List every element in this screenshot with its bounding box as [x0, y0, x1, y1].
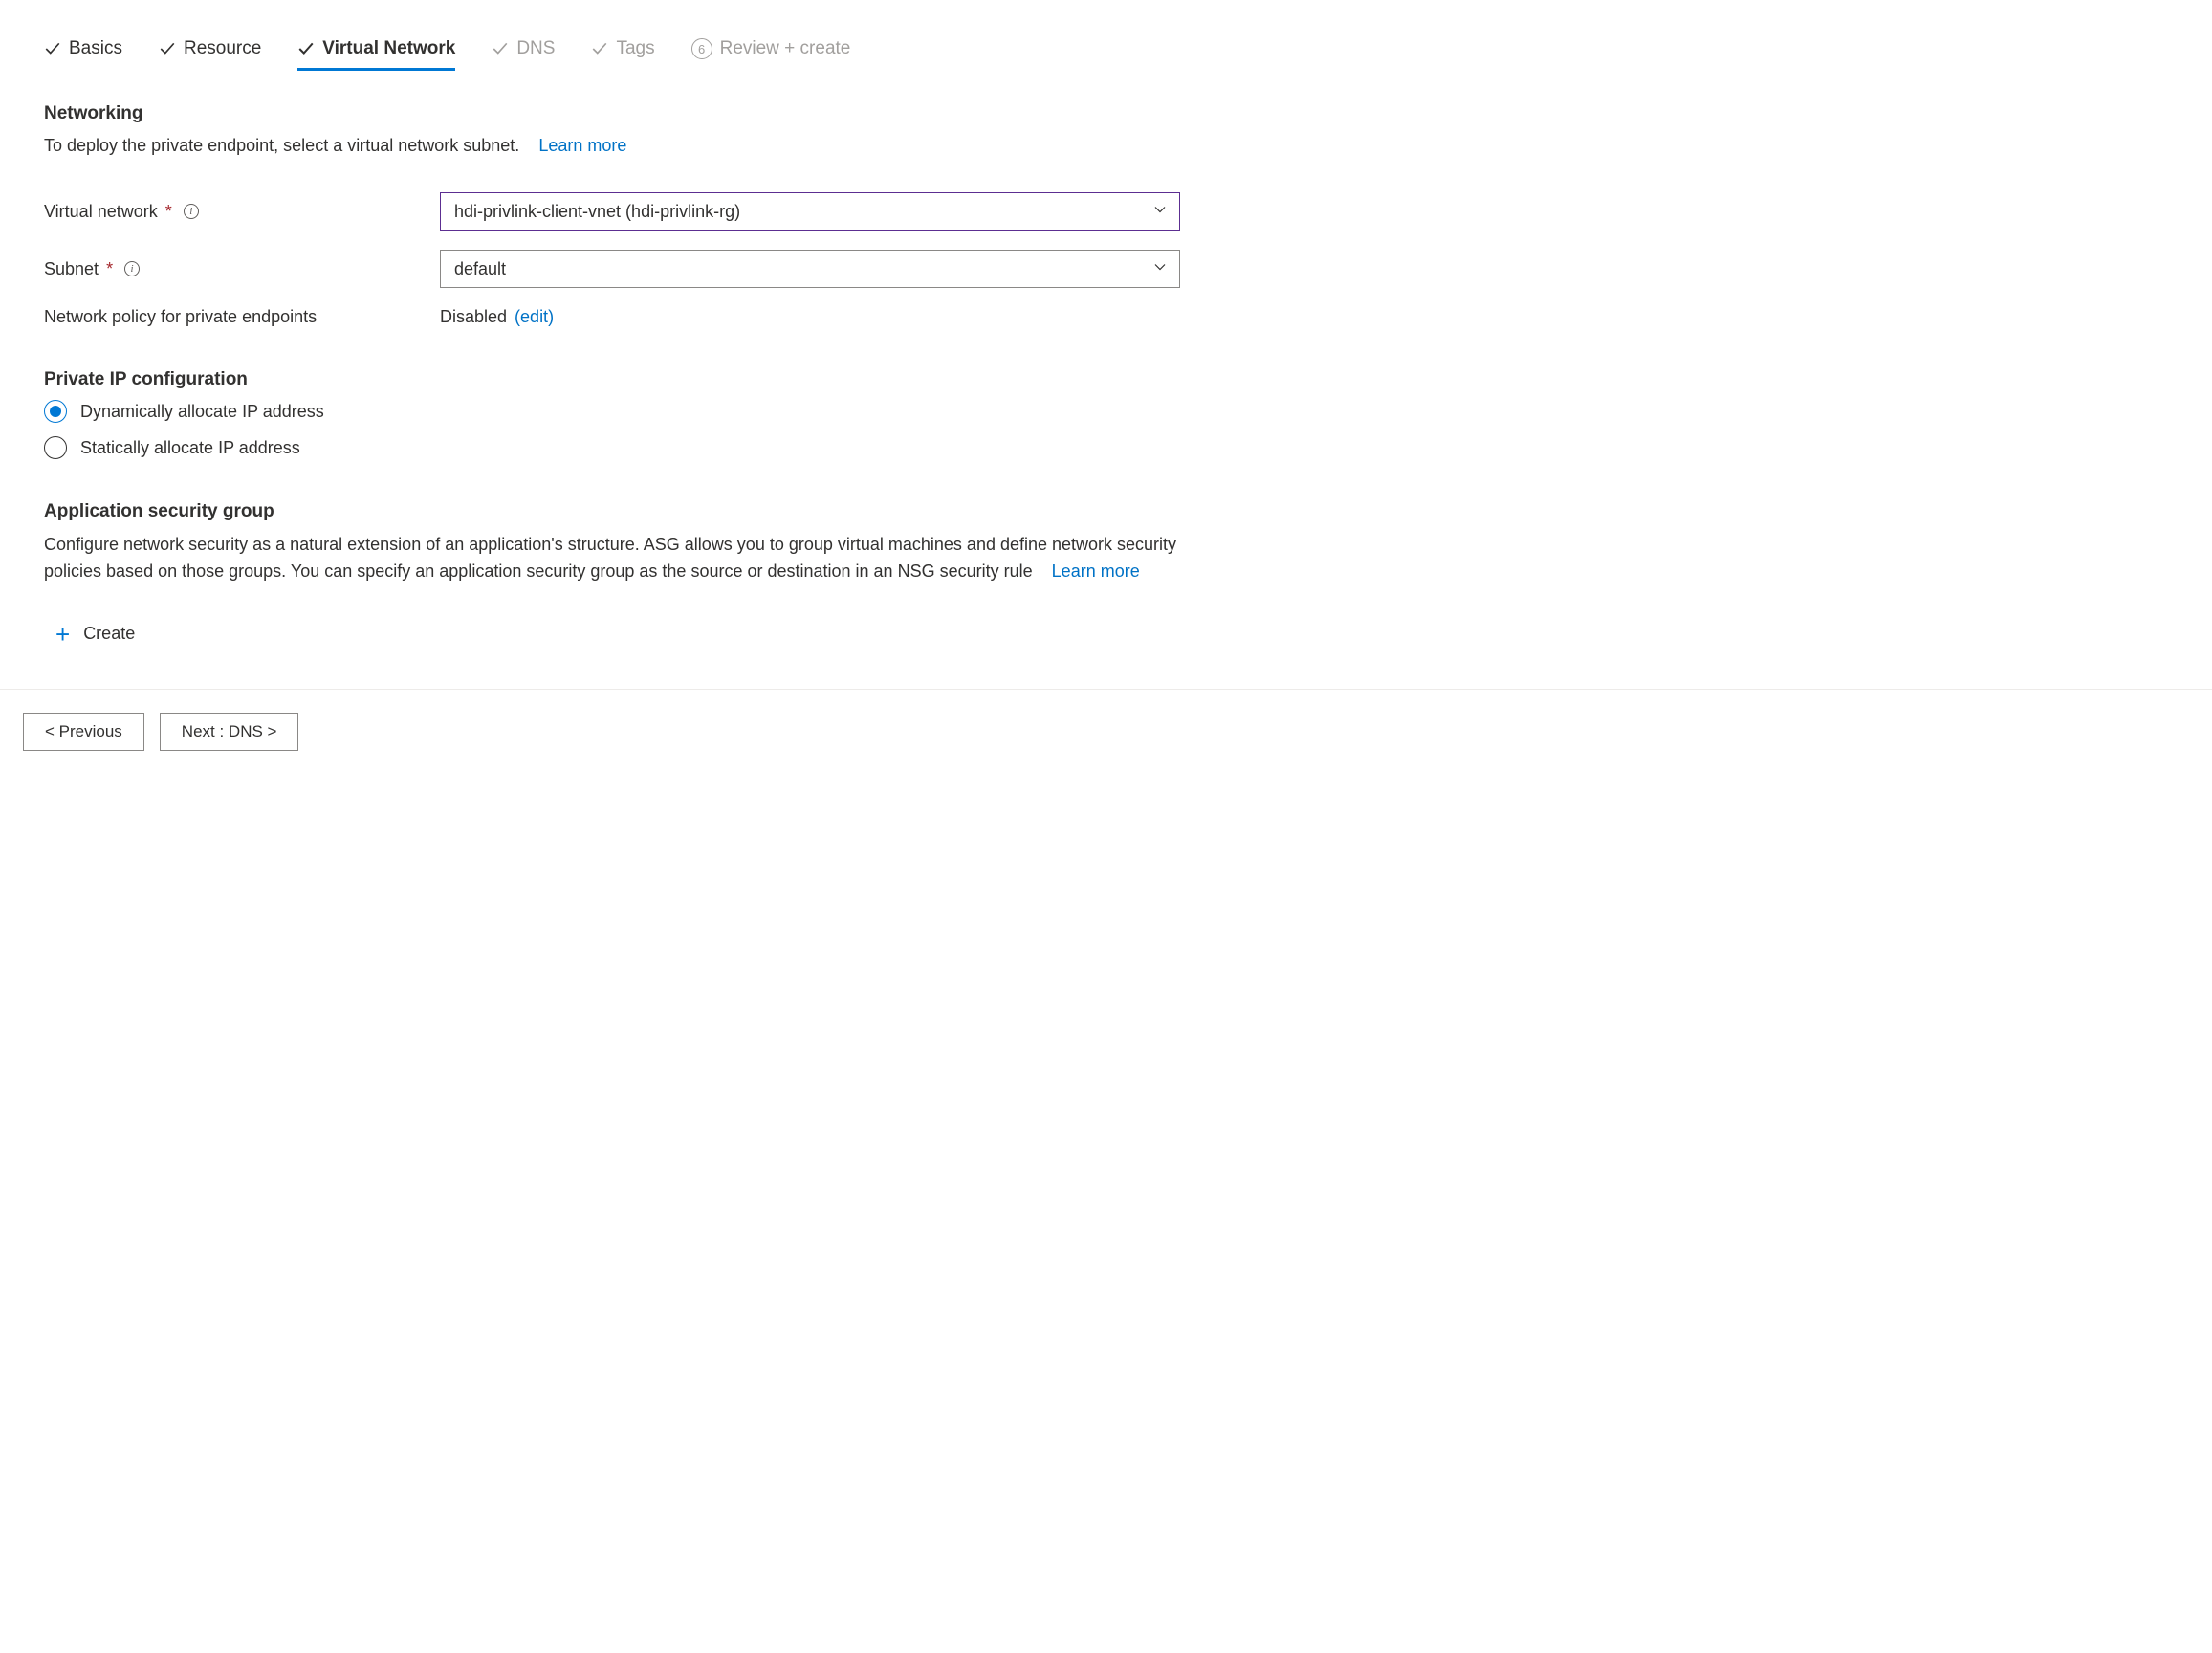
wizard-footer: < Previous Next : DNS > — [0, 689, 2212, 774]
select-value: hdi-privlink-client-vnet (hdi-privlink-r… — [454, 202, 740, 222]
next-button[interactable]: Next : DNS > — [160, 713, 299, 751]
radio-icon — [44, 436, 67, 459]
chevron-down-icon — [1152, 259, 1168, 279]
tab-virtual-network[interactable]: Virtual Network — [297, 38, 455, 69]
tab-label: Tags — [616, 38, 654, 59]
learn-more-link[interactable]: Learn more — [538, 136, 626, 155]
step-number-icon: 6 — [691, 38, 712, 59]
radio-static-ip[interactable]: Statically allocate IP address — [44, 436, 1180, 459]
wizard-tabs: Basics Resource Virtual Network DNS Tags — [44, 38, 1180, 69]
radio-label: Statically allocate IP address — [80, 438, 300, 458]
tab-tags[interactable]: Tags — [591, 38, 654, 69]
tab-label: Review + create — [720, 38, 851, 59]
row-subnet: Subnet * i default — [44, 250, 1180, 288]
check-icon — [492, 40, 509, 57]
tab-label: DNS — [516, 38, 555, 59]
tab-dns[interactable]: DNS — [492, 38, 555, 69]
label-subnet: Subnet * i — [44, 259, 440, 279]
section-title-networking: Networking — [44, 103, 1180, 124]
row-virtual-network: Virtual network * i hdi-privlink-client-… — [44, 192, 1180, 231]
create-label: Create — [83, 624, 135, 644]
asg-description: Configure network security as a natural … — [44, 532, 1180, 585]
section-title-private-ip: Private IP configuration — [44, 369, 1180, 390]
previous-button[interactable]: < Previous — [23, 713, 144, 751]
learn-more-link[interactable]: Learn more — [1052, 562, 1140, 581]
section-desc-networking: To deploy the private endpoint, select a… — [44, 134, 1180, 158]
tab-label: Virtual Network — [322, 38, 455, 59]
tab-review-create[interactable]: 6 Review + create — [691, 38, 851, 69]
label-network-policy: Network policy for private endpoints — [44, 307, 440, 327]
info-icon[interactable]: i — [184, 204, 199, 219]
private-ip-section: Private IP configuration Dynamically all… — [44, 369, 1180, 459]
info-icon[interactable]: i — [124, 261, 140, 276]
row-network-policy: Network policy for private endpoints Dis… — [44, 307, 1180, 327]
networking-section: Networking To deploy the private endpoin… — [44, 103, 1180, 327]
radio-icon — [44, 400, 67, 423]
chevron-down-icon — [1152, 202, 1168, 222]
ip-allocation-radio-group: Dynamically allocate IP address Statical… — [44, 400, 1180, 459]
tab-label: Resource — [184, 38, 261, 59]
plus-icon: + — [55, 622, 70, 647]
tab-basics[interactable]: Basics — [44, 38, 122, 69]
required-indicator: * — [106, 259, 113, 279]
label-virtual-network: Virtual network * i — [44, 202, 440, 222]
tab-resource[interactable]: Resource — [159, 38, 261, 69]
check-icon — [297, 40, 315, 57]
radio-dynamic-ip[interactable]: Dynamically allocate IP address — [44, 400, 1180, 423]
policy-value: Disabled — [440, 307, 507, 327]
create-asg-button[interactable]: + Create — [44, 622, 135, 647]
check-icon — [44, 40, 61, 57]
edit-policy-link[interactable]: (edit) — [515, 307, 554, 327]
virtual-network-select[interactable]: hdi-privlink-client-vnet (hdi-privlink-r… — [440, 192, 1180, 231]
tab-label: Basics — [69, 38, 122, 59]
section-title-asg: Application security group — [44, 501, 1180, 522]
check-icon — [159, 40, 176, 57]
radio-label: Dynamically allocate IP address — [80, 402, 324, 422]
required-indicator: * — [165, 202, 172, 222]
asg-section: Application security group Configure net… — [44, 501, 1180, 647]
subnet-select[interactable]: default — [440, 250, 1180, 288]
check-icon — [591, 40, 608, 57]
select-value: default — [454, 259, 506, 279]
